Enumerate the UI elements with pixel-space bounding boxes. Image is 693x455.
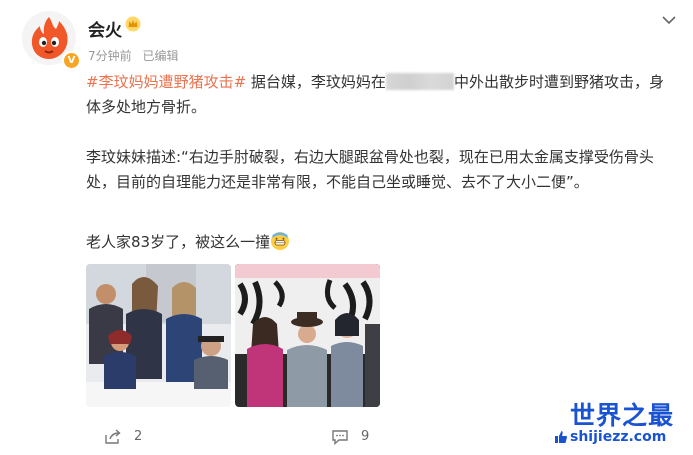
edited-label[interactable]: 已编辑 (142, 49, 178, 63)
post-paragraph-1: #李玟妈妈遭野猪攻击# 据台媒，李玟妈妈在 中外出散步时遭到野猪攻击，身体多处地方… (86, 70, 676, 120)
group-photo-image (235, 264, 380, 407)
post-time: 7分钟前 (88, 49, 132, 63)
group-photo-image (86, 264, 231, 407)
thumbs-up-icon (555, 431, 568, 443)
share-button[interactable]: 2 (104, 429, 142, 449)
comment-button[interactable]: 9 (331, 429, 369, 449)
crown-icon (125, 16, 141, 32)
post-meta: 7分钟前 已编辑 (88, 47, 185, 64)
watermark-url: shijiezz.com (570, 429, 667, 445)
comment-icon (332, 430, 348, 446)
post-paragraph-2: 李玟妹妹描述:“右边手肘破裂，右边大腿跟盆骨处也裂，现在已用太金属支撑受伤骨头处… (86, 148, 654, 191)
post-paragraph-3: 老人家83岁了，被这么一撞 (86, 230, 676, 255)
post-photo-2[interactable] (235, 264, 380, 407)
comment-count: 9 (361, 429, 370, 444)
author-avatar[interactable]: V (22, 11, 81, 70)
share-count: 2 (134, 429, 143, 444)
post-text-1a: 据台媒，李玟妈妈在 (250, 73, 386, 91)
chevron-down-icon[interactable] (661, 14, 677, 26)
watermark-title: 世界之最 (570, 401, 675, 430)
post-text-3: 老人家83岁了，被这么一撞 (86, 233, 271, 251)
verified-badge-icon: V (62, 51, 81, 70)
author-name[interactable]: 会火 (88, 16, 122, 41)
redacted-blur (385, 73, 454, 90)
post-photo-1[interactable] (86, 264, 231, 407)
share-icon (105, 429, 121, 444)
hashtag-link[interactable]: #李玟妈妈遭野猪攻击# (86, 73, 246, 91)
cold-sweat-emoji-icon (271, 232, 290, 250)
